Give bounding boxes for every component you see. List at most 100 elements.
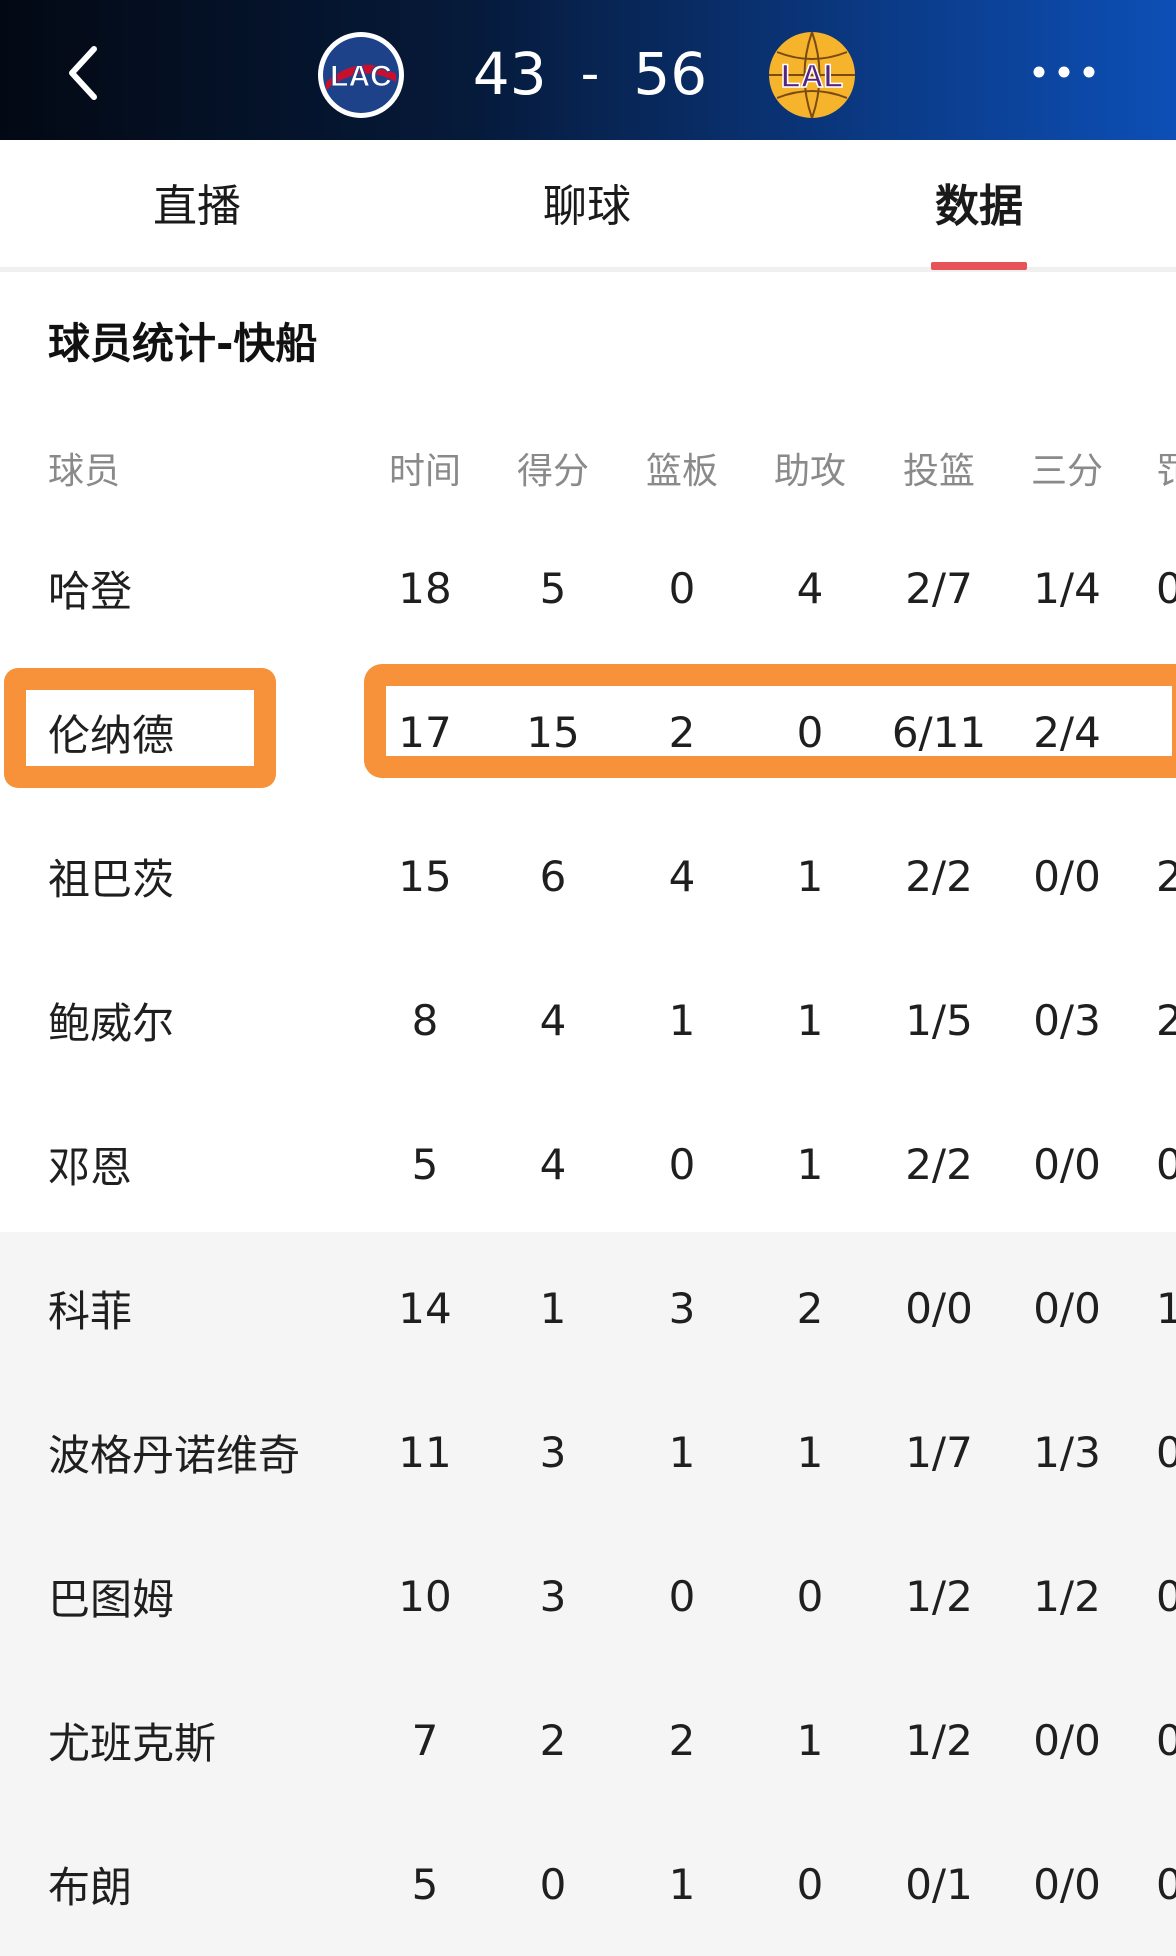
- stat-field-goals: 1/7: [905, 1427, 973, 1477]
- svg-text:LAL: LAL: [781, 58, 843, 94]
- column-header-player[interactable]: 球员: [48, 420, 120, 516]
- table-row[interactable]: 祖巴茨 15 6 4 1 2/2 0/0 2: [0, 804, 1176, 948]
- more-button[interactable]: [1024, 50, 1104, 94]
- table-row[interactable]: 邓恩 5 4 0 1 2/2 0/0 0: [0, 1092, 1176, 1236]
- player-name[interactable]: 科菲: [48, 1236, 132, 1380]
- table-row[interactable]: 布朗 5 0 1 0 0/1 0/0 0: [0, 1812, 1176, 1956]
- player-name[interactable]: 尤班克斯: [48, 1668, 216, 1812]
- stat-minutes: 8: [411, 995, 439, 1045]
- stat-minutes: 11: [398, 1427, 452, 1477]
- stat-three-pointers: 1/3: [1033, 1427, 1101, 1477]
- back-button[interactable]: [52, 38, 112, 108]
- home-score: 43: [472, 40, 547, 108]
- stat-field-goals: 0/1: [905, 1859, 973, 1909]
- stat-minutes: 14: [398, 1283, 452, 1333]
- table-row[interactable]: 哈登 18 5 0 4 2/7 1/4 0: [0, 516, 1176, 660]
- tab-chat[interactable]: 聊球: [512, 172, 662, 242]
- stat-minutes: 5: [411, 1139, 439, 1189]
- column-header-points[interactable]: 得分: [493, 420, 613, 516]
- stat-minutes: 5: [411, 1859, 439, 1909]
- stat-three-pointers: 0/0: [1033, 1859, 1101, 1909]
- active-tab-indicator: [931, 262, 1027, 270]
- stat-points: 3: [539, 1571, 567, 1621]
- highlight-box-player-name: [4, 668, 276, 788]
- table-row[interactable]: 尤班克斯 7 2 2 1 1/2 0/0 0: [0, 1668, 1176, 1812]
- table-row[interactable]: 巴图姆 10 3 0 0 1/2 1/2 0: [0, 1524, 1176, 1668]
- stat-field-goals: 1/5: [905, 995, 973, 1045]
- stat-free-throws: 0: [1156, 1571, 1176, 1621]
- stat-free-throws: 0: [1156, 563, 1176, 613]
- player-name[interactable]: 波格丹诺维奇: [48, 1380, 300, 1524]
- stat-assists: 1: [796, 1427, 824, 1477]
- stat-rebounds: 3: [668, 1283, 696, 1333]
- player-name[interactable]: 巴图姆: [48, 1524, 174, 1668]
- stat-rebounds: 1: [668, 1427, 696, 1477]
- column-header-rebounds[interactable]: 篮板: [622, 420, 742, 516]
- tab-bar: 直播 聊球 数据: [0, 140, 1176, 272]
- stat-free-throws: 0: [1156, 1859, 1176, 1909]
- table-row[interactable]: 鲍威尔 8 4 1 1 1/5 0/3 2: [0, 948, 1176, 1092]
- player-name[interactable]: 鲍威尔: [48, 948, 174, 1092]
- column-header-three-pointers[interactable]: 三分: [1007, 420, 1127, 516]
- table-row[interactable]: 波格丹诺维奇 11 3 1 1 1/7 1/3 0: [0, 1380, 1176, 1524]
- stat-rebounds: 0: [668, 1139, 696, 1189]
- player-name[interactable]: 布朗: [48, 1812, 132, 1956]
- tab-data[interactable]: 数据: [904, 172, 1054, 242]
- stat-minutes: 15: [398, 851, 452, 901]
- score-separator: -: [580, 44, 600, 104]
- highlight-box-player-stats: [364, 664, 1176, 778]
- stat-points: 1: [539, 1283, 567, 1333]
- lakers-logo[interactable]: LAL: [767, 30, 857, 120]
- stat-rebounds: 4: [668, 851, 696, 901]
- stat-assists: 4: [796, 563, 824, 613]
- stat-rebounds: 0: [668, 563, 696, 613]
- stat-three-pointers: 0/0: [1033, 851, 1101, 901]
- stat-free-throws: 0: [1156, 1427, 1176, 1477]
- stat-free-throws: 2: [1156, 851, 1176, 901]
- tab-live[interactable]: 直播: [122, 172, 272, 242]
- stat-free-throws: 0: [1156, 1139, 1176, 1189]
- chevron-left-icon: [69, 46, 97, 100]
- stat-three-pointers: 1/4: [1033, 563, 1101, 613]
- table-header-row: 球员 时间 得分 篮板 助攻 投篮 三分 罚: [0, 420, 1176, 516]
- column-header-assists[interactable]: 助攻: [750, 420, 870, 516]
- stat-assists: 1: [796, 995, 824, 1045]
- player-stats-table: 球员 时间 得分 篮板 助攻 投篮 三分 罚 哈登 18 5 0 4 2/7 1…: [0, 420, 1176, 1956]
- away-score: 56: [633, 40, 708, 108]
- stat-field-goals: 1/2: [905, 1571, 973, 1621]
- stat-points: 6: [539, 851, 567, 901]
- section-title: 球员统计-快船: [48, 319, 318, 368]
- more-dots-icon: [1033, 66, 1095, 78]
- stat-assists: 1: [796, 1715, 824, 1765]
- stat-field-goals: 2/2: [905, 851, 973, 901]
- stat-field-goals: 0/0: [905, 1283, 973, 1333]
- stat-minutes: 7: [411, 1715, 439, 1765]
- clippers-logo-art: LAC: [318, 32, 404, 118]
- table-row[interactable]: 科菲 14 1 3 2 0/0 0/0 1: [0, 1236, 1176, 1380]
- stat-assists: 1: [796, 851, 824, 901]
- stat-field-goals: 2/2: [905, 1139, 973, 1189]
- stat-free-throws: 1: [1156, 1283, 1176, 1333]
- stat-minutes: 10: [398, 1571, 452, 1621]
- stat-three-pointers: 1/2: [1033, 1571, 1101, 1621]
- stat-three-pointers: 0/3: [1033, 995, 1101, 1045]
- stat-assists: 0: [796, 1859, 824, 1909]
- stat-points: 4: [539, 995, 567, 1045]
- stat-assists: 0: [796, 1571, 824, 1621]
- stat-rebounds: 1: [668, 1859, 696, 1909]
- stat-field-goals: 1/2: [905, 1715, 973, 1765]
- game-header: LAC 43 - 56 LAL: [0, 0, 1176, 140]
- clippers-logo[interactable]: LAC: [316, 30, 406, 120]
- column-header-minutes[interactable]: 时间: [365, 420, 485, 516]
- stat-points: 2: [539, 1715, 567, 1765]
- stat-rebounds: 2: [668, 1715, 696, 1765]
- player-name[interactable]: 邓恩: [48, 1092, 132, 1236]
- column-header-field-goals[interactable]: 投篮: [879, 420, 999, 516]
- column-header-free-throws[interactable]: 罚: [1156, 420, 1176, 516]
- stat-three-pointers: 0/0: [1033, 1139, 1101, 1189]
- stat-rebounds: 1: [668, 995, 696, 1045]
- player-name[interactable]: 祖巴茨: [48, 804, 174, 948]
- player-name[interactable]: 哈登: [48, 516, 132, 660]
- stat-points: 0: [539, 1859, 567, 1909]
- stat-free-throws: 2: [1156, 995, 1176, 1045]
